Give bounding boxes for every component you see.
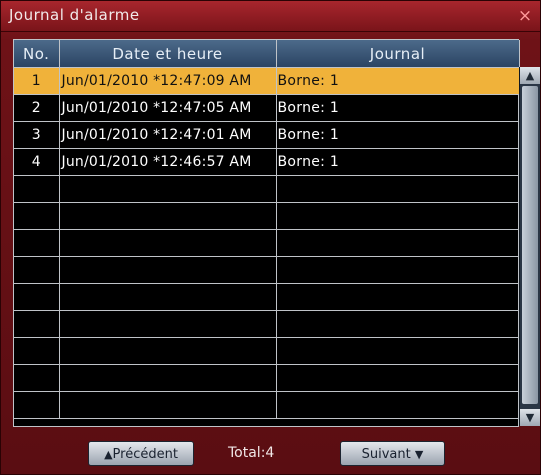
down-triangle-icon: ▼	[414, 448, 424, 461]
cell-datetime	[59, 256, 277, 284]
cell-no: 3	[14, 121, 60, 149]
cell-datetime: Jun/01/2010 *12:46:57 AM	[59, 148, 277, 176]
pagination-footer: ▲Précédent Total:4 Suivant ▼	[1, 433, 540, 473]
cell-datetime	[59, 310, 277, 338]
cell-no: 2	[14, 94, 60, 122]
cell-datetime	[59, 202, 277, 230]
cell-no	[14, 229, 60, 257]
scrollbar-thumb[interactable]	[522, 86, 538, 404]
empty-table-row[interactable]	[14, 364, 520, 392]
cell-datetime	[59, 175, 277, 203]
cell-log	[276, 202, 520, 230]
cell-no	[14, 175, 60, 203]
cell-no: 4	[14, 148, 60, 176]
cell-log	[276, 391, 520, 419]
next-button[interactable]: Suivant ▼	[340, 441, 445, 466]
alarm-log-window: Journal d'alarme × No. Date et heure Jou…	[0, 0, 541, 475]
cell-datetime	[59, 283, 277, 311]
cell-datetime	[59, 391, 277, 419]
cell-no	[14, 337, 60, 365]
empty-table-row[interactable]	[14, 175, 520, 203]
cell-no	[14, 202, 60, 230]
cell-datetime	[59, 229, 277, 257]
scroll-up-icon[interactable]: ▲	[520, 67, 540, 84]
cell-log	[276, 310, 520, 338]
cell-datetime	[59, 364, 277, 392]
cell-log	[276, 175, 520, 203]
cell-no	[14, 391, 60, 419]
cell-no	[14, 310, 60, 338]
cell-log: Borne: 1	[276, 94, 520, 122]
column-header-log: Journal	[276, 40, 520, 68]
table-row[interactable]: 4 Jun/01/2010 *12:46:57 AM Borne: 1	[14, 148, 520, 176]
empty-table-row[interactable]	[14, 229, 520, 257]
empty-table-row[interactable]	[14, 283, 520, 311]
cell-datetime: Jun/01/2010 *12:47:01 AM	[59, 121, 277, 149]
cell-datetime: Jun/01/2010 *12:47:09 AM	[59, 67, 277, 95]
table-row[interactable]: 2 Jun/01/2010 *12:47:05 AM Borne: 1	[14, 94, 520, 122]
cell-log	[276, 283, 520, 311]
total-count: Total:4	[228, 445, 275, 461]
next-label: Suivant	[361, 447, 411, 462]
cell-log: Borne: 1	[276, 148, 520, 176]
previous-button[interactable]: ▲Précédent	[88, 441, 194, 466]
table-row[interactable]: 3 Jun/01/2010 *12:47:01 AM Borne: 1	[14, 121, 520, 149]
table-header-row: No. Date et heure Journal	[14, 40, 520, 68]
cell-log: Borne: 1	[276, 121, 520, 149]
cell-log	[276, 229, 520, 257]
cell-no	[14, 283, 60, 311]
table-row[interactable]: 1 Jun/01/2010 *12:47:09 AM Borne: 1	[14, 67, 520, 95]
column-header-datetime: Date et heure	[59, 40, 277, 68]
close-icon[interactable]: ×	[516, 7, 534, 25]
previous-label: Précédent	[112, 447, 178, 462]
empty-table-row[interactable]	[14, 391, 520, 419]
cell-log	[276, 337, 520, 365]
empty-table-row[interactable]	[14, 256, 520, 284]
cell-datetime: Jun/01/2010 *12:47:05 AM	[59, 94, 277, 122]
up-triangle-icon: ▲	[104, 448, 113, 461]
window-title: Journal d'alarme	[9, 6, 140, 24]
scroll-down-icon[interactable]: ▼	[520, 409, 540, 426]
vertical-scrollbar[interactable]: ▲ ▼	[519, 67, 540, 426]
column-header-no: No.	[14, 40, 60, 68]
cell-log: Borne: 1	[276, 67, 520, 95]
empty-table-row[interactable]	[14, 310, 520, 338]
title-bar: Journal d'alarme ×	[1, 1, 540, 32]
log-table: No. Date et heure Journal 1 Jun/01/2010 *…	[13, 39, 520, 427]
cell-datetime	[59, 337, 277, 365]
cell-no: 1	[14, 67, 60, 95]
cell-log	[276, 364, 520, 392]
empty-table-row[interactable]	[14, 202, 520, 230]
cell-no	[14, 256, 60, 284]
cell-log	[276, 256, 520, 284]
empty-table-row[interactable]	[14, 337, 520, 365]
cell-no	[14, 364, 60, 392]
